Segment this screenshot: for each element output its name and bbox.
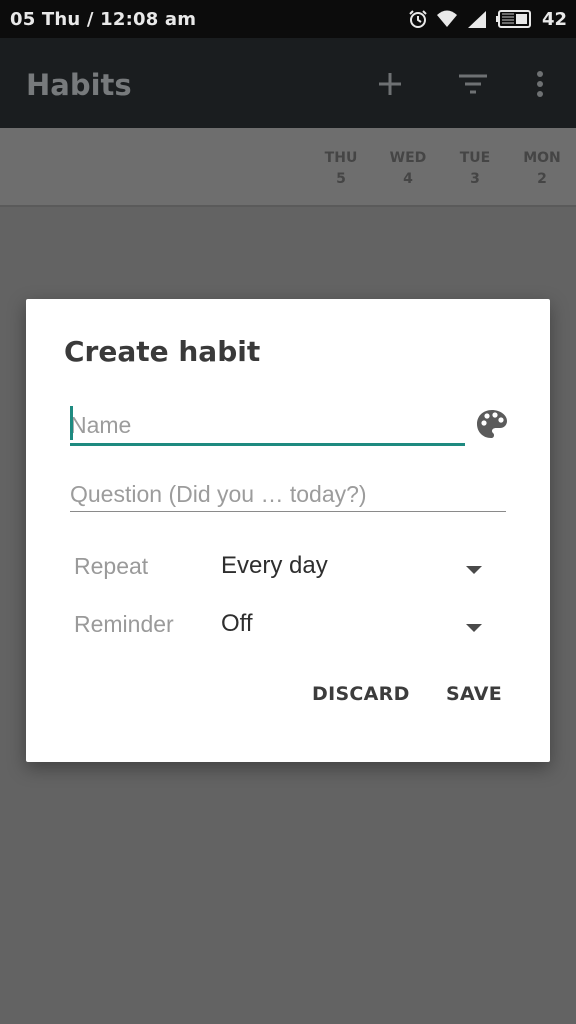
reminder-select[interactable]: Off: [221, 610, 253, 638]
battery-level: 42: [541, 8, 567, 30]
repeat-select[interactable]: Every day: [221, 552, 328, 580]
repeat-label: Repeat: [74, 553, 149, 579]
day-column: MON 2: [512, 148, 572, 190]
question-input[interactable]: [70, 477, 505, 511]
reminder-label: Reminder: [74, 611, 174, 637]
day-date: 2: [537, 171, 547, 187]
day-date: 4: [403, 171, 413, 187]
signal-icon: [466, 9, 488, 29]
day-name: WED: [389, 150, 427, 166]
add-icon[interactable]: [372, 66, 408, 102]
status-bar: 05 Thu / 12:08 am 42: [0, 0, 576, 38]
alarm-icon: [408, 9, 428, 29]
create-habit-dialog: Create habit Repeat Every day Reminder O…: [26, 299, 550, 762]
day-name: THU: [324, 150, 358, 166]
app-bar: Habits: [0, 38, 576, 128]
day-header: THU 5 WED 4 TUE 3 MON 2: [0, 128, 576, 207]
name-input[interactable]: [70, 407, 462, 443]
day-date: 5: [336, 171, 346, 187]
more-icon[interactable]: [522, 66, 558, 102]
day-date: 3: [470, 171, 480, 187]
battery-icon: [495, 10, 532, 28]
repeat-dropdown-icon[interactable]: [465, 562, 483, 574]
discard-button[interactable]: DISCARD: [312, 683, 410, 705]
day-name: MON: [523, 150, 561, 166]
reminder-dropdown-icon[interactable]: [465, 620, 483, 632]
question-underline: [70, 511, 506, 512]
day-column: TUE 3: [445, 148, 505, 190]
dialog-title: Create habit: [64, 335, 261, 368]
day-column: WED 4: [378, 148, 438, 190]
day-name: TUE: [459, 150, 491, 166]
save-button[interactable]: SAVE: [446, 683, 502, 705]
name-underline: [70, 443, 465, 446]
palette-icon[interactable]: [475, 407, 509, 441]
text-cursor: [70, 406, 73, 440]
app-title: Habits: [26, 68, 132, 102]
wifi-icon: [436, 9, 458, 29]
status-time: 05 Thu / 12:08 am: [10, 9, 197, 30]
filter-icon[interactable]: [455, 66, 491, 102]
status-icons: 42: [408, 6, 567, 32]
day-column: THU 5: [311, 148, 371, 190]
